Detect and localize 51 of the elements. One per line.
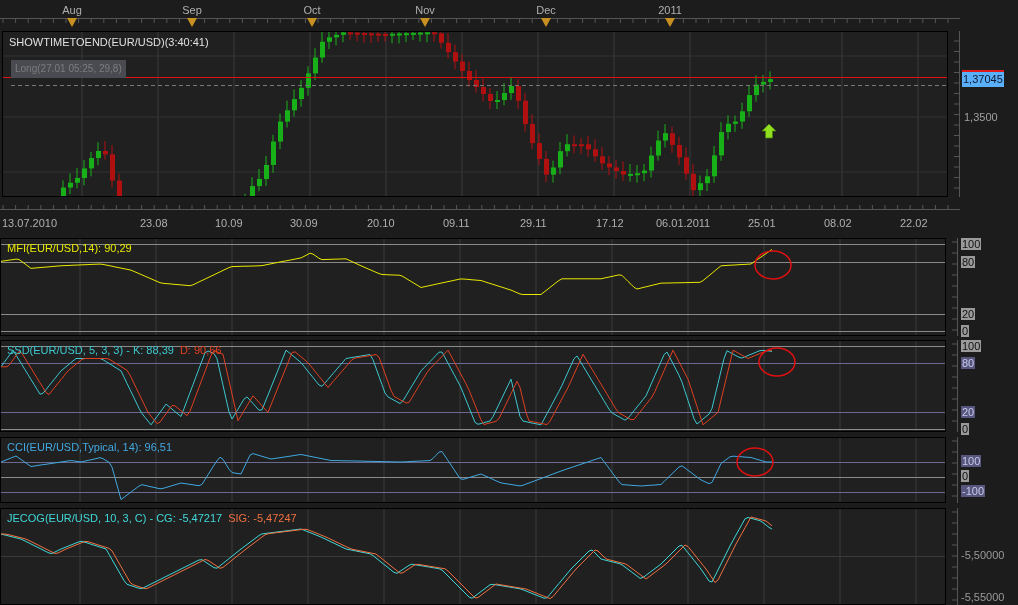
- period-marker-icon: [67, 18, 77, 27]
- date-label: 06.01.2011: [656, 216, 711, 231]
- axis-level-label: 80: [961, 256, 976, 268]
- indicator-axis-ticks: [951, 437, 958, 503]
- axis-level-label: 20: [961, 406, 976, 418]
- current-price-label: 1,37045: [962, 70, 1004, 87]
- indicator-legend: D: 90,66: [179, 342, 222, 359]
- period-marker-icon: [541, 18, 551, 27]
- axis-level-label: 0: [961, 470, 970, 482]
- date-label: 23.08: [140, 216, 168, 231]
- date-label: 08.02: [824, 216, 852, 231]
- axis-level-label: 0: [961, 325, 970, 337]
- axis-level-label: 100: [961, 455, 982, 467]
- month-label: Aug: [62, 3, 82, 18]
- month-label: Oct: [303, 3, 321, 18]
- indicator-legend: SSD(EUR/USD, 5, 3, 3) - K: 88,39: [7, 342, 174, 359]
- date-label: 29.11: [520, 216, 547, 231]
- indicator-legend: MFI(EUR/USD,14): 90,29: [7, 240, 132, 257]
- period-marker-icon: [307, 18, 317, 27]
- axis-level-label: 80: [961, 357, 976, 369]
- period-marker-icon: [420, 18, 430, 27]
- up-arrow-icon: [761, 123, 777, 139]
- highlight-circle: [736, 447, 774, 477]
- month-label: Nov: [415, 3, 435, 18]
- axis-level-label: 0: [961, 423, 970, 435]
- axis-level-label: -5,55000: [961, 591, 1005, 603]
- period-marker-icon: [665, 18, 675, 27]
- axis-level-label: 100: [961, 238, 982, 250]
- period-marker-icon: [187, 18, 197, 27]
- highlight-circle: [758, 347, 796, 377]
- indicator-legend: CCI(EUR/USD,Typical, 14): 96,51: [7, 439, 173, 456]
- date-label: 22.02: [900, 216, 928, 231]
- axis-level-label: 100: [961, 340, 982, 352]
- chart-title: SHOWTIMETOEND(EUR/USD)(3:40:41): [9, 35, 209, 50]
- indicator-legend: SIG: -5,47247: [228, 510, 297, 527]
- axis-level-label: -5,50000: [961, 549, 1005, 561]
- axis-level-label: 20: [961, 308, 976, 320]
- axis-level-label: -100: [961, 485, 986, 497]
- date-label: 09.11: [443, 216, 470, 231]
- date-label: 30.09: [290, 216, 318, 231]
- date-label: 25.01: [748, 216, 776, 231]
- date-label: 17.12: [596, 216, 624, 231]
- month-label: 2011: [658, 3, 682, 18]
- price-tick-label: 1,3500: [964, 110, 998, 125]
- indicator-legend: JECOG(EUR/USD, 10, 3, C) - CG: -5,47217: [7, 510, 223, 527]
- highlight-circle: [754, 250, 792, 280]
- month-label: Sep: [182, 3, 202, 18]
- month-label: Dec: [536, 3, 556, 18]
- date-label: 13.07.2010: [2, 216, 58, 231]
- date-label: 20.10: [367, 216, 395, 231]
- date-label: 10.09: [215, 216, 243, 231]
